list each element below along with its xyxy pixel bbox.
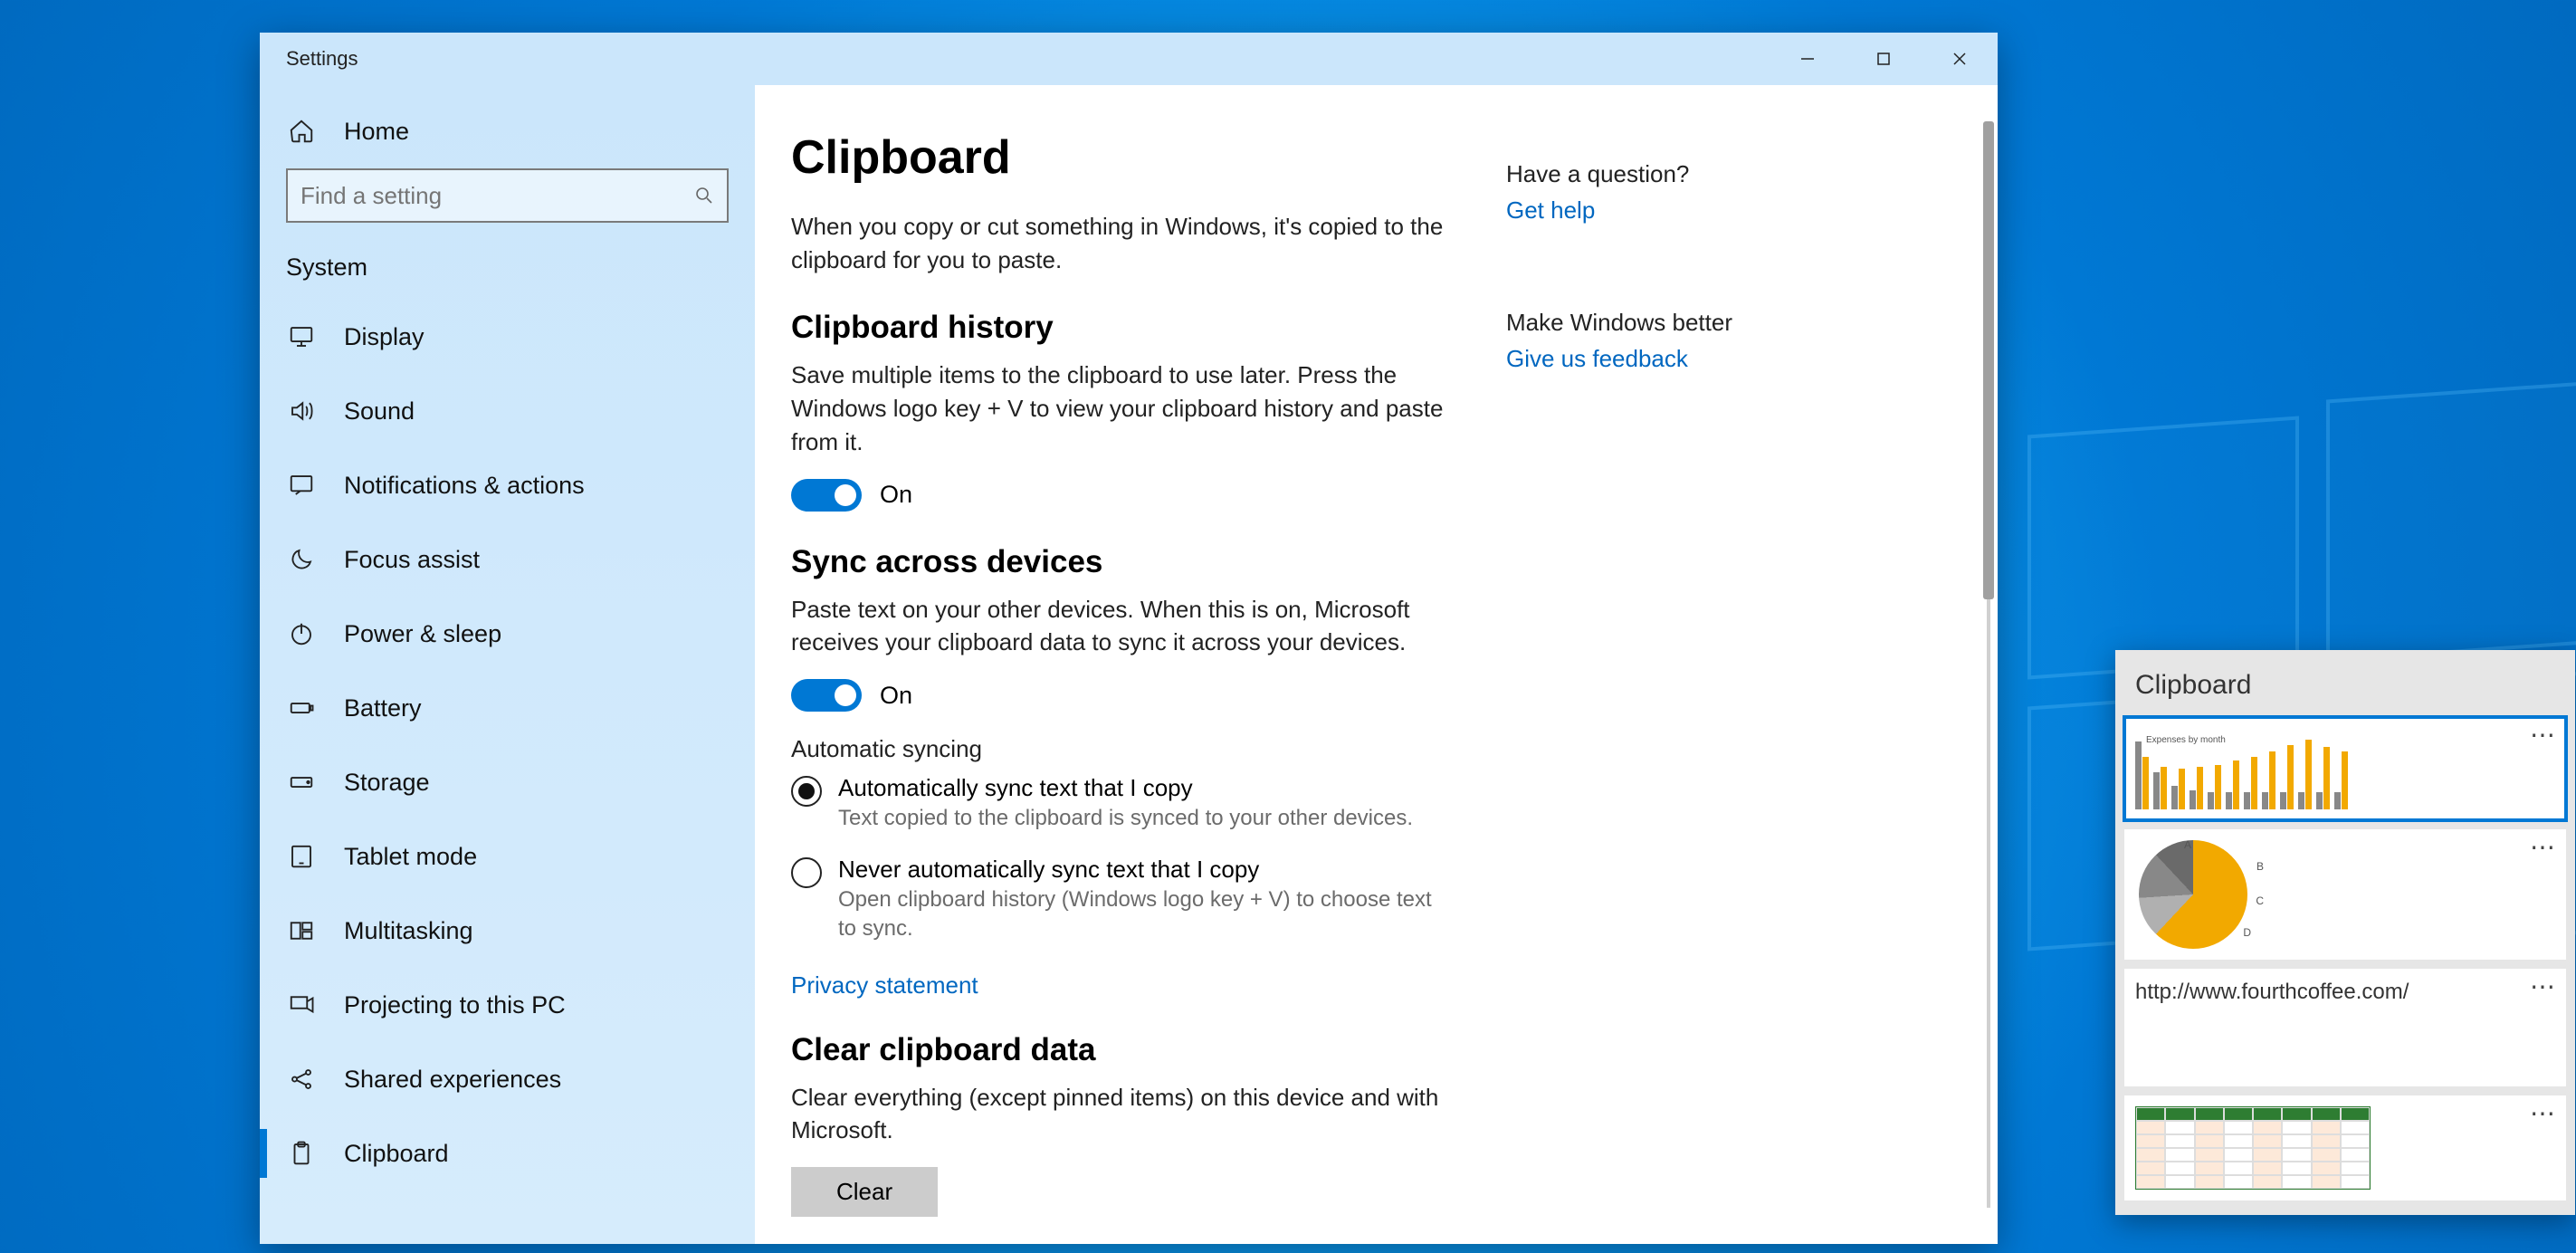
clipboard-icon	[286, 1140, 317, 1167]
sidebar-item-label: Clipboard	[344, 1140, 449, 1168]
more-icon[interactable]: ⋯	[2530, 835, 2557, 860]
sidebar-item-storage[interactable]: Storage	[260, 745, 755, 819]
sidebar-item-battery[interactable]: Battery	[260, 671, 755, 745]
radio-icon	[791, 776, 822, 807]
sidebar-item-projecting[interactable]: Projecting to this PC	[260, 968, 755, 1042]
content-scrollbar[interactable]	[1987, 121, 1990, 1208]
tablet-icon	[286, 843, 317, 870]
sync-heading: Sync across devices	[791, 544, 1452, 580]
content-pane: Clipboard When you copy or cut something…	[755, 85, 1998, 1244]
monitor-icon	[286, 323, 317, 350]
sidebar-item-sound[interactable]: Sound	[260, 374, 755, 448]
sidebar-item-label: Projecting to this PC	[344, 991, 566, 1019]
clipboard-item-spreadsheet[interactable]: ⋯	[2124, 1095, 2566, 1200]
search-icon	[682, 185, 727, 206]
clear-heading: Clear clipboard data	[791, 1032, 1452, 1068]
sync-option-never-title: Never automatically sync text that I cop…	[838, 856, 1452, 884]
clipboard-flyout-title: Clipboard	[2115, 650, 2575, 717]
feedback-link[interactable]: Give us feedback	[1506, 345, 1688, 372]
home-label: Home	[344, 118, 409, 146]
sidebar-item-multitasking[interactable]: Multitasking	[260, 894, 755, 968]
sync-desc: Paste text on your other devices. When t…	[791, 593, 1452, 660]
sidebar-item-focus-assist[interactable]: Focus assist	[260, 522, 755, 597]
clear-desc: Clear everything (except pinned items) o…	[791, 1081, 1452, 1148]
clear-button[interactable]: Clear	[791, 1167, 938, 1217]
history-heading: Clipboard history	[791, 310, 1452, 346]
sync-option-auto[interactable]: Automatically sync text that I copy Text…	[791, 774, 1452, 833]
battery-icon	[286, 694, 317, 722]
get-help-link[interactable]: Get help	[1506, 196, 1595, 224]
auto-sync-label: Automatic syncing	[791, 735, 1452, 763]
sync-option-auto-desc: Text copied to the clipboard is synced t…	[838, 804, 1413, 833]
sidebar-item-label: Tablet mode	[344, 843, 477, 871]
pie-chart-thumb: ABCD	[2139, 840, 2247, 949]
sidebar-item-label: Multitasking	[344, 917, 473, 945]
history-toggle[interactable]	[791, 479, 862, 512]
settings-window: Settings Home System Display Sound Notific…	[260, 33, 1998, 1244]
more-icon[interactable]: ⋯	[2530, 722, 2557, 748]
sync-option-never-desc: Open clipboard history (Windows logo key…	[838, 885, 1452, 944]
project-icon	[286, 991, 317, 1019]
sync-toggle-state: On	[880, 682, 912, 710]
minimize-button[interactable]	[1770, 33, 1846, 85]
close-button[interactable]	[1922, 33, 1998, 85]
sidebar-item-tablet-mode[interactable]: Tablet mode	[260, 819, 755, 894]
sidebar-item-label: Display	[344, 323, 425, 351]
message-icon	[286, 472, 317, 499]
search-input[interactable]	[288, 182, 682, 210]
sidebar-group-label: System	[260, 234, 755, 300]
sidebar-item-label: Battery	[344, 694, 422, 722]
sidebar-item-label: Notifications & actions	[344, 472, 585, 500]
clipboard-item-pie-chart[interactable]: ⋯ ABCD	[2124, 829, 2566, 960]
clipboard-item-url[interactable]: ⋯ http://www.fourthcoffee.com/	[2124, 969, 2566, 1086]
drive-icon	[286, 769, 317, 796]
sidebar-item-shared[interactable]: Shared experiences	[260, 1042, 755, 1116]
speaker-icon	[286, 397, 317, 425]
window-title: Settings	[260, 47, 1770, 71]
titlebar: Settings	[260, 33, 1998, 85]
aside-question: Have a question?	[1506, 158, 1769, 191]
history-toggle-state: On	[880, 481, 912, 509]
moon-icon	[286, 546, 317, 573]
sync-toggle[interactable]	[791, 679, 862, 712]
sidebar-item-label: Shared experiences	[344, 1066, 561, 1094]
sidebar-item-label: Focus assist	[344, 546, 480, 574]
clipboard-item-bar-chart[interactable]: ⋯ Expenses by month	[2124, 717, 2566, 820]
power-icon	[286, 620, 317, 647]
more-icon[interactable]: ⋯	[2530, 1101, 2557, 1126]
clipboard-url-text: http://www.fourthcoffee.com/	[2135, 980, 2454, 1076]
clipboard-flyout: Clipboard ⋯ Expenses by month ⋯ ABCD ⋯ h…	[2115, 650, 2575, 1215]
history-desc: Save multiple items to the clipboard to …	[791, 359, 1452, 459]
sidebar-item-display[interactable]: Display	[260, 300, 755, 374]
share-icon	[286, 1066, 317, 1093]
sidebar-item-clipboard[interactable]: Clipboard	[260, 1116, 755, 1191]
more-icon[interactable]: ⋯	[2530, 974, 2557, 1000]
maximize-button[interactable]	[1846, 33, 1922, 85]
privacy-link[interactable]: Privacy statement	[791, 971, 978, 999]
aside-better: Make Windows better	[1506, 306, 1769, 340]
chart-title: Expenses by month	[2146, 735, 2226, 745]
home-button[interactable]: Home	[260, 94, 755, 168]
page-intro: When you copy or cut something in Window…	[791, 210, 1452, 277]
radio-icon	[791, 857, 822, 888]
sidebar: Home System Display Sound Notifications & …	[260, 85, 755, 1244]
sidebar-item-power-sleep[interactable]: Power & sleep	[260, 597, 755, 671]
sidebar-item-label: Power & sleep	[344, 620, 501, 648]
sync-option-never[interactable]: Never automatically sync text that I cop…	[791, 856, 1452, 944]
sidebar-item-label: Storage	[344, 769, 430, 797]
home-icon	[286, 118, 317, 145]
spreadsheet-thumb	[2135, 1106, 2371, 1190]
page-title: Clipboard	[791, 130, 1452, 185]
sidebar-item-label: Sound	[344, 397, 415, 426]
multitask-icon	[286, 917, 317, 944]
search-box[interactable]	[286, 168, 729, 223]
sync-option-auto-title: Automatically sync text that I copy	[838, 774, 1413, 802]
sidebar-item-notifications[interactable]: Notifications & actions	[260, 448, 755, 522]
